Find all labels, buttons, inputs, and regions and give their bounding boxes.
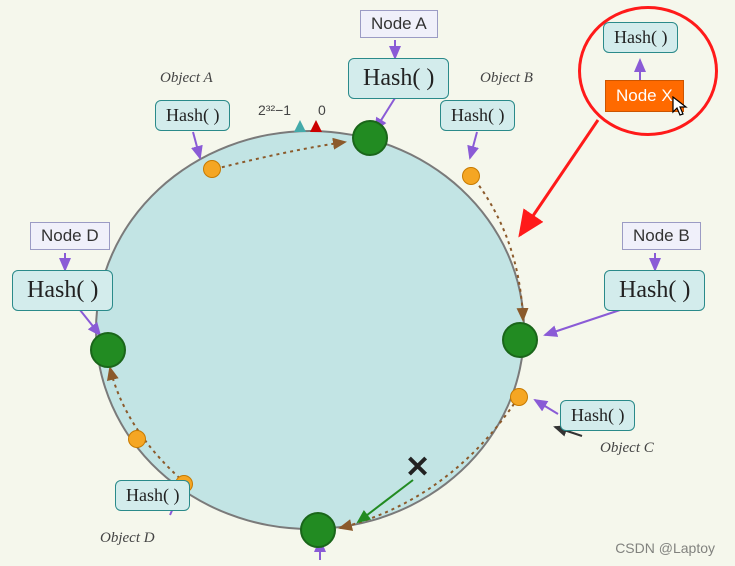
node-b-label: Node B bbox=[622, 222, 701, 250]
diagram-canvas: ✕ 2³²−1 0 Node A Hash( ) Object A Hash( … bbox=[0, 0, 735, 566]
object-dot-extra bbox=[128, 430, 146, 448]
object-dot-b bbox=[462, 167, 480, 185]
node-dot-b bbox=[502, 322, 538, 358]
object-d-label: Object D bbox=[100, 530, 155, 547]
hash-ring bbox=[95, 130, 525, 530]
cursor-icon bbox=[672, 96, 690, 124]
removed-node-marker: ✕ bbox=[405, 450, 430, 485]
node-x-hash: Hash( ) bbox=[603, 22, 678, 53]
object-dot-c bbox=[510, 388, 528, 406]
object-c-label: Object C bbox=[600, 440, 654, 457]
object-c-hash: Hash( ) bbox=[560, 400, 635, 431]
object-d-hash: Hash( ) bbox=[115, 480, 190, 511]
object-dot-a bbox=[203, 160, 221, 178]
ring-max-label: 2³²−1 bbox=[258, 102, 291, 118]
node-dot-a bbox=[352, 120, 388, 156]
node-d-label: Node D bbox=[30, 222, 110, 250]
object-b-label: Object B bbox=[480, 70, 533, 87]
ring-min-label: 0 bbox=[318, 102, 326, 118]
watermark-text: CSDN @Laptoy bbox=[615, 540, 715, 556]
node-d-hash: Hash( ) bbox=[12, 270, 113, 311]
node-b-hash: Hash( ) bbox=[604, 270, 705, 311]
node-a-label: Node A bbox=[360, 10, 438, 38]
node-dot-d bbox=[90, 332, 126, 368]
object-a-hash: Hash( ) bbox=[155, 100, 230, 131]
object-b-hash: Hash( ) bbox=[440, 100, 515, 131]
node-dot-bottom bbox=[300, 512, 336, 548]
object-a-label: Object A bbox=[160, 70, 213, 87]
node-a-hash: Hash( ) bbox=[348, 58, 449, 99]
